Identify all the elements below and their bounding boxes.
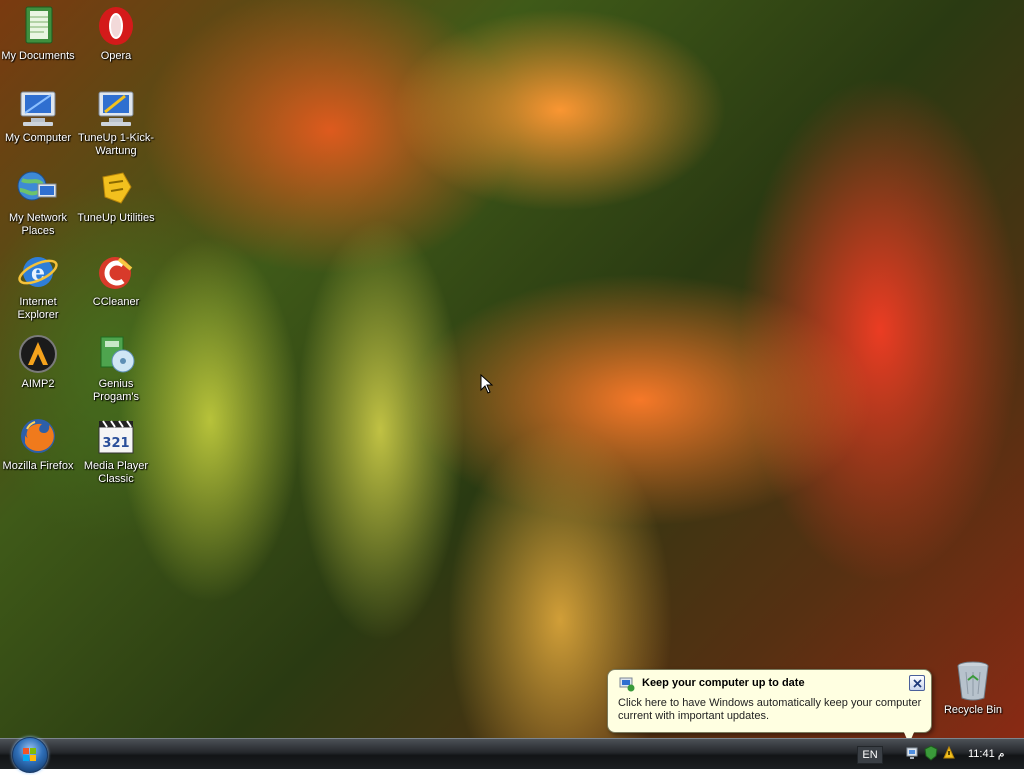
desktop-icon-mozilla-firefox[interactable]: Mozilla Firefox (0, 414, 78, 473)
desktop-icon-tuneup-utilities[interactable]: TuneUp Utilities (76, 166, 156, 225)
internet-explorer-icon: e (16, 250, 60, 294)
recycle-bin-icon (951, 658, 995, 702)
language-indicator[interactable]: EN (857, 746, 883, 764)
ccleaner-icon (94, 250, 138, 294)
desktop-icon-media-player-classic[interactable]: 321 Media Player Classic (76, 414, 156, 486)
update-icon[interactable] (941, 745, 957, 763)
desktop-icon-opera[interactable]: Opera (76, 4, 156, 63)
desktop[interactable]: My Documents My Computer My Network Plac… (0, 0, 1024, 738)
close-icon (912, 678, 922, 688)
desktop-icon-tuneup-kick[interactable]: TuneUp 1-Kick-Wartung (76, 86, 156, 158)
desktop-icon-recycle-bin[interactable]: Recycle Bin (933, 658, 1013, 717)
network-icon[interactable] (905, 745, 921, 763)
desktop-icon-ccleaner[interactable]: CCleaner (76, 250, 156, 309)
taskbar: EN 11:41 م (0, 737, 1024, 773)
update-notification-balloon[interactable]: Keep your computer up to date Click here… (607, 669, 932, 733)
aimp2-icon (16, 332, 60, 376)
windows-update-icon (619, 676, 635, 695)
tuneup-utilities-icon (94, 166, 138, 210)
taskbar-clock[interactable]: 11:41 م (968, 747, 1005, 760)
desktop-icon-aimp2[interactable]: AIMP2 (0, 332, 78, 391)
desktop-icon-my-documents[interactable]: My Documents (0, 4, 78, 63)
desktop-icon-my-network-places[interactable]: My Network Places (0, 166, 78, 238)
balloon-message: Click here to have Windows automatically… (618, 697, 922, 722)
windows-logo-icon (23, 748, 36, 761)
tuneup-kick-icon (94, 86, 138, 130)
security-icon[interactable] (923, 745, 939, 763)
genius-programs-icon (94, 332, 138, 376)
system-tray (905, 745, 957, 763)
desktop-icon-my-computer[interactable]: My Computer (0, 86, 78, 145)
svg-text:321: 321 (102, 436, 129, 451)
my-computer-icon (16, 86, 60, 130)
balloon-close-button[interactable] (909, 675, 925, 691)
desktop-icon-internet-explorer[interactable]: e Internet Explorer (0, 250, 78, 322)
my-documents-icon (16, 4, 60, 48)
desktop-icon-genius-programs[interactable]: Genius Progam's (76, 332, 156, 404)
network-places-icon (16, 166, 60, 210)
opera-icon (94, 4, 138, 48)
balloon-title: Keep your computer up to date (642, 677, 805, 689)
firefox-icon (16, 414, 60, 458)
mouse-cursor-icon (480, 373, 494, 397)
media-player-classic-icon: 321 (94, 414, 138, 458)
